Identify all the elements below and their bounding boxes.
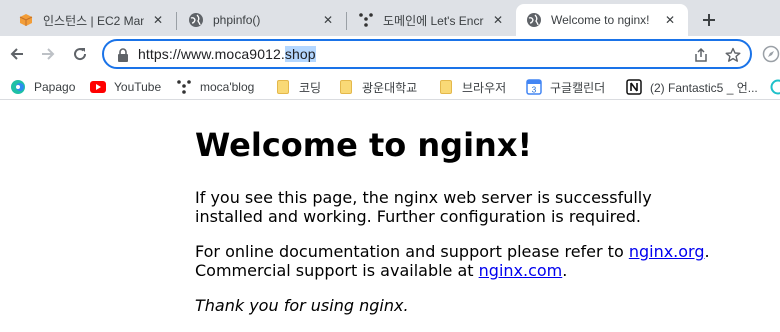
reload-button[interactable] <box>67 41 93 67</box>
svg-text:3: 3 <box>532 86 537 95</box>
bookmark-papago[interactable]: Papago <box>10 78 75 96</box>
tab-title: Welcome to nginx! <box>551 13 650 27</box>
forward-button[interactable] <box>35 41 61 67</box>
browser-toolbar: https://www.moca9012.shop <box>0 36 780 72</box>
reload-icon <box>74 48 87 61</box>
share-icon <box>695 47 707 62</box>
bookmark-folder-browser[interactable]: 브라우저 <box>438 78 506 96</box>
bookmark-label: (2) Fantastic5 _ 언... <box>650 80 758 95</box>
folder-icon <box>275 79 291 95</box>
lock-icon[interactable] <box>116 47 130 63</box>
tab-title: 도메인에 Let's Encr <box>383 13 484 28</box>
page-title: Welcome to nginx! <box>195 126 533 164</box>
nginx-org-link[interactable]: nginx.org <box>629 242 705 261</box>
tab-ec2-instances[interactable]: 인스턴스 | EC2 Man ✕ <box>8 4 176 36</box>
plus-icon <box>703 14 715 26</box>
bookmark-label: Papago <box>34 80 76 94</box>
papago-icon <box>10 79 26 95</box>
close-icon[interactable]: ✕ <box>662 12 678 28</box>
arrow-left-icon <box>10 48 23 60</box>
bookmark-label: moca'blog <box>200 80 255 94</box>
bookmark-google-calendar[interactable]: 3 구글캘린더 <box>526 78 605 96</box>
support-text: Commercial support is available at <box>195 261 479 280</box>
folder-icon <box>438 79 454 95</box>
address-bar[interactable]: https://www.moca9012.shop <box>102 39 752 69</box>
tab-strip: 인스턴스 | EC2 Man ✕ phpinfo() ✕ 도메인에 Let's … <box>0 0 780 36</box>
tab-divider <box>176 12 177 30</box>
tab-welcome-nginx[interactable]: Welcome to nginx! ✕ <box>516 4 688 36</box>
dots-icon <box>176 79 192 95</box>
tab-divider <box>346 12 347 30</box>
url-text[interactable]: https://www.moca9012.shop <box>138 46 316 62</box>
tab-title: 인스턴스 | EC2 Man <box>43 13 144 28</box>
close-icon[interactable]: ✕ <box>320 12 336 28</box>
calendar-icon: 3 <box>526 79 542 95</box>
aws-box-icon <box>18 12 34 28</box>
bookmark-youtube[interactable]: YouTube <box>90 78 161 96</box>
nginx-com-link[interactable]: nginx.com <box>479 261 563 280</box>
tab-lets-encrypt[interactable]: 도메인에 Let's Encr ✕ <box>348 4 516 36</box>
globe-icon <box>188 12 204 28</box>
compass-icon[interactable] <box>762 45 780 63</box>
thanks-paragraph: Thank you for using nginx. <box>195 296 409 315</box>
period: . <box>704 242 710 261</box>
bookmark-folder-coding[interactable]: 코딩 <box>275 78 321 96</box>
docs-text: For online documentation and support ple… <box>195 242 629 261</box>
bookmark-label: YouTube <box>114 80 162 94</box>
bookmark-notion[interactable]: (2) Fantastic5 _ 언... <box>626 78 776 96</box>
close-icon[interactable]: ✕ <box>490 12 506 28</box>
share-button[interactable] <box>692 46 710 64</box>
bookmark-folder-kwangwoon[interactable]: 광운대학교 <box>338 78 417 96</box>
intro-paragraph: If you see this page, the nginx web serv… <box>195 188 652 226</box>
overflow-bookmark-icon[interactable] <box>770 79 780 95</box>
docs-paragraph: For online documentation and support ple… <box>195 242 755 280</box>
thanks-text: Thank you for using nginx. <box>195 296 409 315</box>
url-selected-text: shop <box>284 46 316 62</box>
folder-icon <box>338 79 354 95</box>
arrow-right-icon <box>42 48 55 60</box>
bookmark-star-button[interactable] <box>724 46 742 64</box>
bookmark-label: 광운대학교 <box>362 80 418 95</box>
star-icon <box>725 47 741 62</box>
bookmark-mocablog[interactable]: moca'blog <box>176 78 254 96</box>
globe-icon <box>526 12 542 28</box>
bookmark-label: 구글캘린더 <box>550 80 606 95</box>
bookmark-label: 브라우저 <box>462 80 507 95</box>
tab-phpinfo[interactable]: phpinfo() ✕ <box>178 4 346 36</box>
back-button[interactable] <box>4 41 30 67</box>
close-icon[interactable]: ✕ <box>150 12 166 28</box>
url-prefix: https://www.moca9012. <box>138 46 285 62</box>
bookmarks-bar: Papago YouTube moca'blog 코딩 광운대학교 브라우저 3… <box>0 72 780 100</box>
bookmark-label: 코딩 <box>299 80 322 95</box>
tab-title: phpinfo() <box>213 13 261 27</box>
new-tab-button[interactable] <box>696 7 722 33</box>
notion-icon <box>626 79 642 95</box>
youtube-icon <box>90 79 106 95</box>
period: . <box>562 261 568 280</box>
dots-icon <box>358 12 374 28</box>
